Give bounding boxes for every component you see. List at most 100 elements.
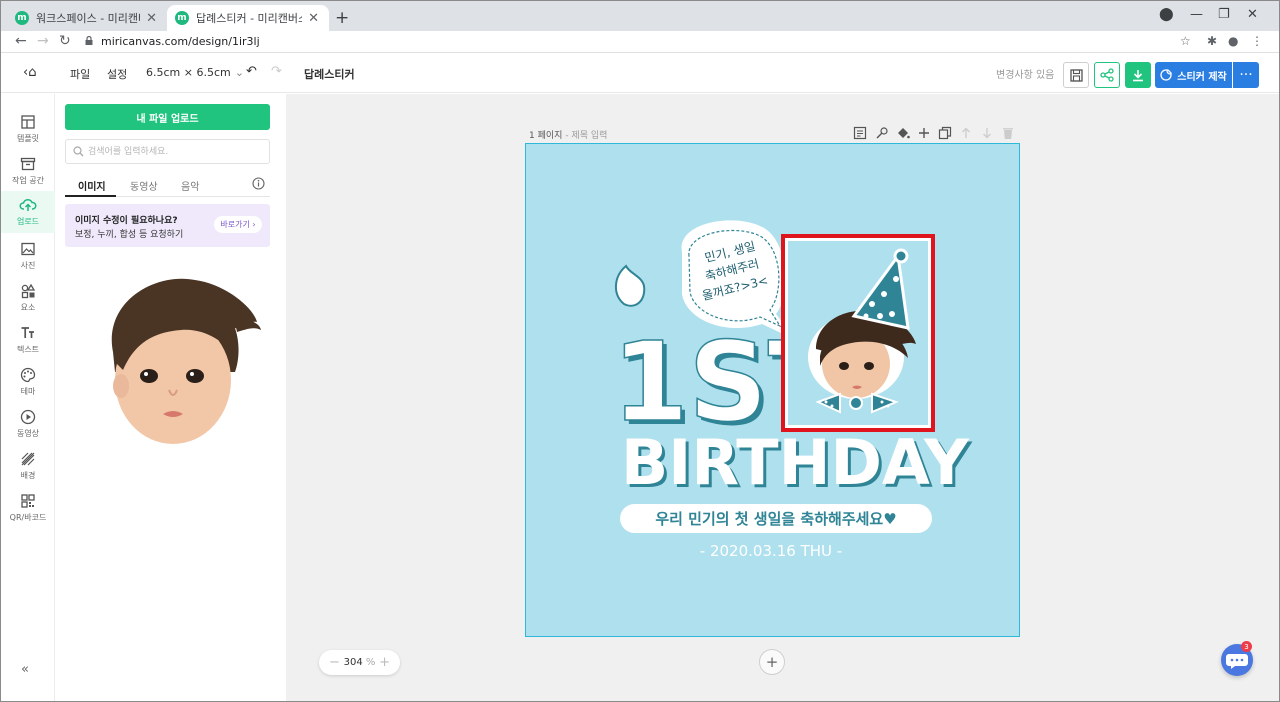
sidebar-item-theme[interactable]: 테마	[1, 361, 55, 401]
promo-title: 이미지 수정이 필요하나요?	[75, 216, 178, 226]
add-page-button[interactable]: +	[759, 649, 785, 675]
sticker-icon	[1160, 69, 1172, 81]
sidebar-item-label: 배경	[20, 471, 36, 480]
sidebar-item-video[interactable]: 동영상	[1, 403, 55, 443]
banner-text: 우리 민기의 첫 생일을 축하해주세요♥	[655, 510, 896, 528]
page-header: 1 페이지 - 제목 입력	[529, 128, 607, 141]
more-options-button[interactable]: ···	[1233, 62, 1259, 88]
sticker-order-button[interactable]: 스티커 제작	[1155, 62, 1232, 88]
url-field[interactable]: miricanvas.com/design/1ir3lj	[101, 35, 260, 48]
size-dropdown[interactable]: 6.5cm × 6.5cm ⌄	[146, 66, 244, 79]
address-bar: ← → ↻ miricanvas.com/design/1ir3lj ☆ ✱ ●…	[1, 31, 1279, 53]
profile-menu-icon[interactable]: ⬤	[1159, 7, 1174, 22]
tab-image[interactable]: 이미지	[78, 178, 106, 193]
extensions-icon[interactable]: ✱	[1207, 34, 1217, 48]
undo-icon[interactable]: ↶	[246, 64, 257, 79]
sidebar-item-label: 요소	[20, 303, 36, 312]
lock-icon	[85, 36, 93, 45]
bookmark-star-icon[interactable]: ☆	[1180, 34, 1191, 48]
download-button[interactable]	[1125, 62, 1151, 88]
zoom-out-button[interactable]: −	[329, 655, 340, 670]
close-tab-icon[interactable]: ✕	[308, 11, 319, 26]
sidebar-item-label: QR/바코드	[9, 513, 47, 522]
workspace-icon	[20, 157, 36, 171]
qr-icon	[21, 494, 35, 508]
sidebar-item-background[interactable]: 배경	[1, 445, 55, 485]
file-menu[interactable]: 파일	[70, 66, 90, 82]
search-icon	[73, 146, 84, 157]
zoom-in-button[interactable]: +	[379, 655, 390, 670]
search-input[interactable]	[88, 143, 266, 161]
close-window-icon[interactable]: ✕	[1247, 7, 1258, 22]
event-date[interactable]: - 2020.03.16 THU -	[700, 542, 842, 560]
zoom-value: 304	[343, 657, 363, 668]
move-down-icon[interactable]	[980, 126, 994, 140]
home-button[interactable]: ‹⌂	[23, 65, 36, 80]
duplicate-page-icon[interactable]	[938, 126, 952, 140]
upload-icon	[19, 198, 37, 211]
chevron-down-icon: ⌄	[234, 66, 244, 79]
page-number: 1 페이지	[529, 131, 563, 141]
trash-icon[interactable]	[1001, 126, 1015, 140]
sidebar-item-photo[interactable]: 사진	[1, 235, 55, 275]
forward-icon[interactable]: →	[37, 33, 49, 49]
photo-icon	[21, 242, 35, 256]
page-title-input[interactable]: - 제목 입력	[565, 131, 607, 141]
sidebar-item-qr[interactable]: QR/바코드	[1, 487, 55, 527]
move-up-icon[interactable]	[959, 126, 973, 140]
paint-bucket-icon[interactable]	[896, 126, 910, 140]
download-icon	[1133, 69, 1143, 81]
reload-icon[interactable]: ↻	[59, 33, 71, 49]
active-tab-indicator	[65, 195, 116, 197]
add-element-icon[interactable]	[917, 126, 931, 140]
tab-title: 워크스페이스 - 미리캔버스	[36, 12, 140, 25]
document-title[interactable]: 답례스티커	[304, 66, 355, 82]
sidebar-item-template[interactable]: 템플릿	[1, 108, 55, 148]
save-button[interactable]	[1063, 62, 1089, 88]
share-icon	[1100, 68, 1114, 82]
sidebar-item-workspace[interactable]: 작업 공간	[1, 150, 55, 190]
zoom-level[interactable]: 304 %	[344, 657, 376, 668]
tab-music[interactable]: 음악	[181, 178, 199, 193]
sidebar-item-label: 사진	[20, 261, 36, 270]
settings-menu[interactable]: 설정	[107, 66, 127, 82]
sidebar-item-elements[interactable]: 요소	[1, 277, 55, 317]
upload-file-button[interactable]: 내 파일 업로드	[65, 104, 270, 130]
candle-flame[interactable]	[615, 264, 646, 307]
memo-icon[interactable]	[853, 126, 867, 140]
birthday-design: 민기, 생일 축하해주러 올꺼죠?>3< 1ST 1ST BIRTHDAY BI…	[611, 220, 973, 560]
left-sidebar: 템플릿 작업 공간 업로드 사진 요소 텍스트 테마 동영상 배경 QR/바코드…	[1, 94, 55, 701]
tab-video[interactable]: 동영상	[130, 178, 158, 193]
design-canvas[interactable]: 민기, 생일 축하해주러 올꺼죠?>3< 1ST 1ST BIRTHDAY BI…	[525, 143, 1020, 637]
browser-tab-active[interactable]: m 답례스티커 - 미리캔버스 ✕	[167, 5, 329, 31]
elements-icon	[21, 283, 36, 299]
collapse-sidebar-icon[interactable]: «	[21, 662, 29, 677]
new-tab-icon[interactable]: +	[335, 8, 349, 28]
redo-icon[interactable]: ↷	[271, 64, 282, 79]
upload-panel: 내 파일 업로드 이미지 동영상 음악 이미지 수정이 필요하나요? 보정, 누…	[55, 94, 286, 701]
info-icon[interactable]	[252, 177, 265, 190]
sidebar-item-upload[interactable]: 업로드	[1, 191, 55, 233]
notification-badge: 3	[1241, 641, 1252, 652]
eyedropper-icon[interactable]	[875, 126, 889, 140]
search-box	[65, 139, 270, 164]
close-tab-icon[interactable]: ✕	[146, 11, 157, 26]
sidebar-item-label: 텍스트	[16, 345, 40, 354]
sidebar-item-text[interactable]: 텍스트	[1, 319, 55, 359]
account-avatar-icon[interactable]: ●	[1228, 34, 1238, 48]
tab-title: 답례스티커 - 미리캔버스	[196, 12, 303, 25]
minimize-icon[interactable]: —	[1190, 7, 1203, 22]
editor-header: ‹⌂ 파일 설정 6.5cm × 6.5cm ⌄ ↶ ↷ 답례스티커 변경사항 있…	[1, 54, 1279, 93]
uploaded-baby-photo[interactable]	[85, 262, 265, 452]
canvas-workspace: 1 페이지 - 제목 입력 민기, 생일 축하해주러 올꺼죠?>3< 1ST 1…	[286, 94, 1279, 701]
share-button[interactable]	[1094, 62, 1120, 88]
sidebar-item-label: 템플릿	[16, 134, 40, 143]
sticker-order-label: 스티커 제작	[1177, 71, 1227, 83]
restore-icon[interactable]: ❐	[1218, 7, 1230, 22]
back-icon[interactable]: ←	[15, 33, 27, 49]
browser-menu-icon[interactable]: ⋮	[1251, 34, 1263, 48]
background-icon	[21, 452, 35, 466]
promo-go-button[interactable]: 바로가기 ›	[214, 216, 262, 233]
birthday-text[interactable]: BIRTHDAY	[621, 426, 970, 499]
browser-tab[interactable]: m 워크스페이스 - 미리캔버스 ✕	[7, 5, 167, 31]
